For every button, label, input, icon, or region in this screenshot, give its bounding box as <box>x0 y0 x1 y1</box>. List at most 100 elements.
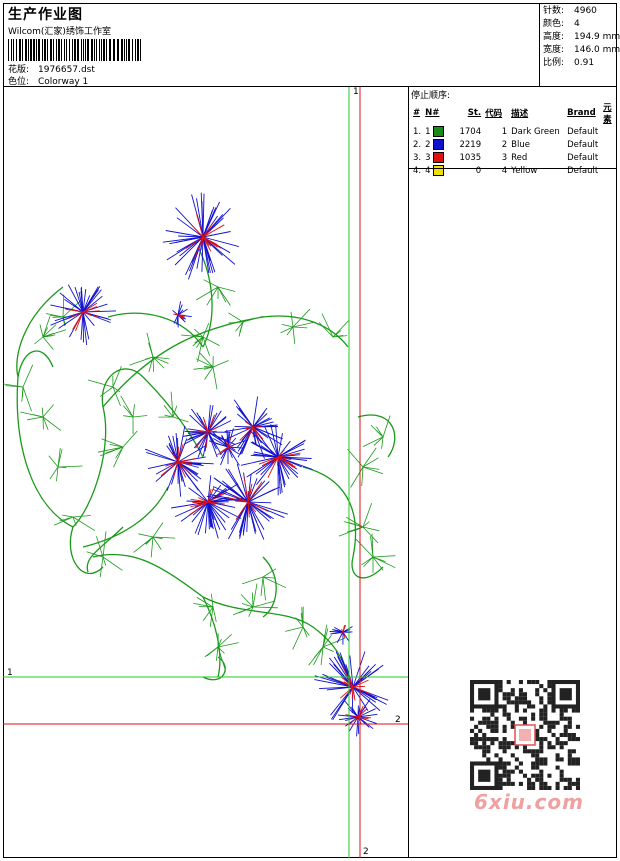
leaf-stitch <box>196 286 219 301</box>
flower-stitch-blue <box>336 631 344 644</box>
flower-stitch-blue <box>352 664 384 688</box>
panel-divider <box>409 168 617 169</box>
leaf-stitch <box>322 646 334 652</box>
leaf-stitch <box>362 447 377 468</box>
flower-stitch-blue <box>236 463 249 503</box>
leaf-stitch <box>362 526 380 532</box>
color-swatch <box>433 126 445 137</box>
leaf-stitch <box>57 465 83 468</box>
row-stitches: 1035 <box>459 152 482 163</box>
flower-stitch-blue <box>234 425 254 428</box>
row-element <box>601 151 617 164</box>
col-stitches: St. <box>467 108 482 118</box>
leaf-stitch <box>242 315 264 323</box>
flower-stitch-blue <box>185 472 209 503</box>
leaf-stitch <box>292 308 311 328</box>
flower-stitch-blue <box>247 481 270 503</box>
table-row[interactable]: 4. 4 0 4 Yellow Default <box>411 164 617 177</box>
row-index: 3. <box>413 152 422 163</box>
leaf-stitch <box>292 326 308 329</box>
leaf-stitch <box>195 358 214 368</box>
leaf-stitch <box>198 606 214 608</box>
leaf-stitch <box>262 576 287 589</box>
leaf-stitch <box>252 583 258 608</box>
row-code: 3 <box>501 152 508 163</box>
stat-stitches: 针数: 4960 <box>543 6 597 16</box>
leaf-stitch <box>290 311 294 328</box>
col-needle: N# <box>425 108 440 118</box>
leaf-stitch <box>285 626 304 632</box>
leaf-stitch <box>152 522 164 538</box>
leaf-stitch <box>129 356 154 366</box>
row-element <box>601 138 617 151</box>
row-needle: 3 <box>423 151 449 164</box>
leaf-stitch <box>241 576 264 585</box>
leaf-stitch <box>281 324 294 328</box>
leaf-stitch <box>260 576 264 596</box>
row-element <box>601 164 617 177</box>
col-element: 元素 <box>603 103 612 125</box>
row-index: 4. <box>413 165 422 176</box>
leaf-stitch <box>132 404 135 418</box>
embroidery-preview <box>3 87 408 858</box>
col-brand: Brand <box>567 108 596 118</box>
flower-stitch-blue <box>233 399 254 428</box>
leaf-stitch <box>112 365 122 388</box>
leaf-stitch <box>87 379 114 388</box>
leaf-stitch <box>361 466 364 487</box>
leaf-stitch <box>22 364 34 388</box>
leaf-stitch <box>262 576 266 601</box>
leaf-stitch <box>122 430 138 448</box>
leaf-stitch <box>355 538 374 558</box>
row-brand: Default <box>567 126 599 137</box>
leaf-stitch <box>132 415 148 418</box>
red-h-marker: 2 <box>395 715 401 725</box>
leaf-stitch <box>362 526 379 544</box>
flower-stitch-blue <box>82 311 85 343</box>
leaf-stitch <box>198 352 214 368</box>
col-index: # <box>413 108 421 118</box>
leaf-stitch <box>27 416 44 421</box>
leaf-stitch <box>350 466 364 488</box>
leaf-stitch <box>228 312 244 323</box>
leaf-stitch <box>152 536 162 550</box>
leaf-stitch <box>102 556 123 571</box>
flower-stitch-blue <box>330 686 354 716</box>
row-needle: 4 <box>423 164 449 177</box>
colorway-value: Colorway 1 <box>38 77 89 87</box>
table-row[interactable]: 2. 2 2219 2 Blue Default <box>411 138 617 151</box>
color-swatch <box>433 152 445 163</box>
stop-sequence-table: # N# St. 代码 描述 Brand 元素 1. 1 1704 1 Dark Gr… <box>411 101 617 177</box>
leaf-stitch <box>138 533 154 538</box>
row-needle: 2 <box>423 138 449 151</box>
green-h-marker: 1 <box>7 668 13 678</box>
leaf-stitch <box>62 514 74 518</box>
leaf-stitch <box>217 634 232 648</box>
leaf-stitch <box>39 324 44 338</box>
leaf-stitch <box>150 536 154 558</box>
colorway-row: 色位: Colorway 1 <box>8 74 88 87</box>
row-code: 2 <box>501 139 508 150</box>
leaf-stitch <box>53 516 74 526</box>
color-swatch <box>433 165 445 176</box>
row-stitches: 2219 <box>459 139 482 150</box>
table-row[interactable]: 3. 3 1035 3 Red Default <box>411 151 617 164</box>
table-row[interactable]: 1. 1 1704 1 Dark Green Default <box>411 125 617 138</box>
colorway-label: 色位: <box>8 77 30 87</box>
leaf-stitch <box>372 555 396 558</box>
row-stitches: 1704 <box>459 126 482 137</box>
leaf-stitch <box>22 386 32 412</box>
leaf-stitch <box>228 321 244 324</box>
leaf-stitch <box>62 294 65 318</box>
leaf-stitch <box>120 395 134 418</box>
row-desc: Dark Green <box>511 126 560 137</box>
leaf-stitch <box>42 336 54 350</box>
row-desc: Blue <box>511 139 530 150</box>
leaf-stitch <box>42 404 54 418</box>
design-canvas[interactable]: 1 1 2 2 <box>3 87 409 858</box>
green-leaves <box>3 279 396 670</box>
leaf-stitch <box>252 606 278 609</box>
leaf-stitch <box>216 646 219 661</box>
leaf-stitch <box>292 326 296 345</box>
qr-code <box>470 680 580 790</box>
